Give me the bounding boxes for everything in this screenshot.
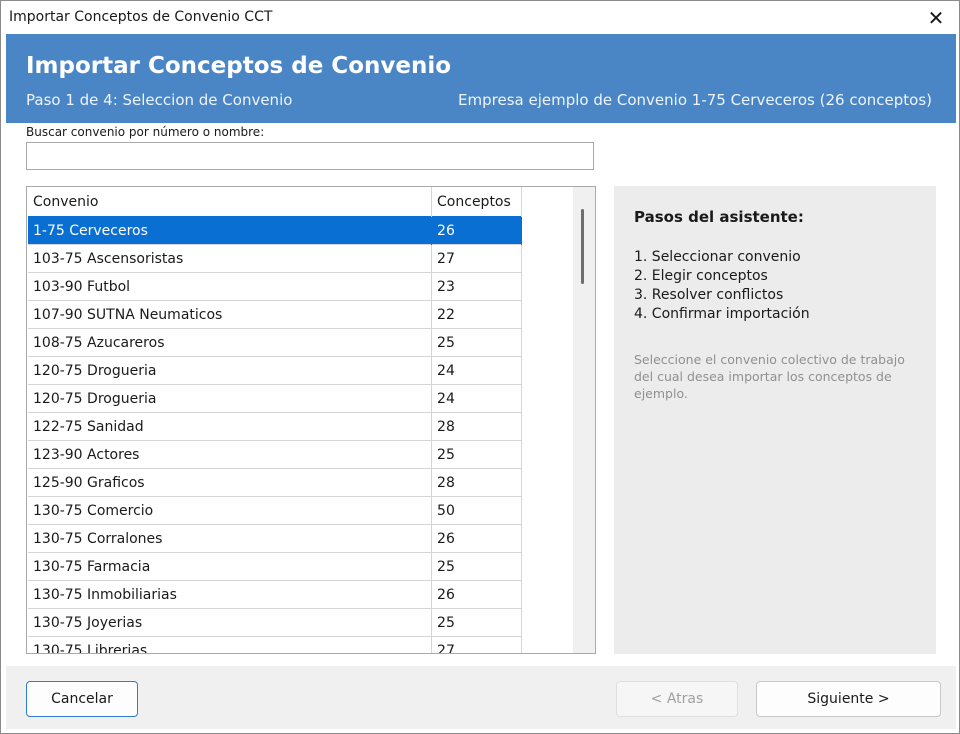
convenio-list[interactable]: Convenio Conceptos 1-75 Cerveceros 26 103-… (26, 186, 596, 654)
cell-conceptos: 27 (431, 636, 522, 653)
convenio-table: Convenio Conceptos 1-75 Cerveceros 26 103-… (28, 187, 522, 653)
cancel-button[interactable]: Cancelar (26, 681, 138, 717)
cell-conceptos: 24 (431, 356, 522, 385)
cell-conceptos: 25 (431, 608, 522, 637)
dialog-footer: Cancelar < Atras Siguiente > (6, 666, 956, 729)
wizard-step-label: Paso 1 de 4: Seleccion de Convenio (26, 91, 293, 109)
cell-conceptos: 25 (431, 552, 522, 581)
cell-conceptos: 22 (431, 300, 522, 329)
cell-convenio: 120-75 Drogueria (28, 356, 433, 385)
cell-conceptos: 24 (431, 384, 522, 413)
cell-convenio: 103-75 Ascensoristas (28, 244, 433, 273)
column-header-conceptos[interactable]: Conceptos (431, 187, 522, 217)
cell-conceptos: 25 (431, 328, 522, 357)
table-row[interactable]: 122-75 Sanidad 28 (28, 412, 522, 441)
table-body: 1-75 Cerveceros 26 103-75 Ascensoristas 27 1… (28, 216, 522, 653)
dialog-client-area: Importar Conceptos de Convenio Paso 1 de… (6, 34, 956, 729)
table-row[interactable]: 130-75 Librerias 27 (28, 636, 522, 653)
steps-title: Pasos del asistente: (634, 208, 804, 226)
step-item: 1. Seleccionar convenio (634, 249, 801, 265)
step-item: 4. Confirmar importación (634, 306, 810, 322)
import-dialog-window: Importar Conceptos de Convenio CCT ✕ Imp… (0, 0, 960, 734)
step-hint: Seleccione el convenio colectivo de trab… (634, 352, 905, 401)
table-row[interactable]: 130-75 Joyerias 25 (28, 608, 522, 637)
table-row[interactable]: 130-75 Corralones 26 (28, 524, 522, 553)
table-row[interactable]: 130-75 Inmobiliarias 26 (28, 580, 522, 609)
table-header-row: Convenio Conceptos (28, 187, 522, 217)
table-row[interactable]: 123-90 Actores 25 (28, 440, 522, 469)
cell-convenio: 130-75 Corralones (28, 524, 433, 553)
cell-conceptos: 23 (431, 272, 522, 301)
table-row[interactable]: 103-90 Futbol 23 (28, 272, 522, 301)
cell-conceptos: 26 (431, 580, 522, 609)
cell-convenio: 120-75 Drogueria (28, 384, 433, 413)
cell-convenio: 103-90 Futbol (28, 272, 433, 301)
step-item: 2. Elegir conceptos (634, 268, 768, 284)
table-row[interactable]: 130-75 Farmacia 25 (28, 552, 522, 581)
wizard-header: Importar Conceptos de Convenio Paso 1 de… (6, 34, 956, 123)
cell-convenio: 130-75 Joyerias (28, 608, 433, 637)
scrollbar-thumb[interactable] (581, 209, 584, 284)
window-title: Importar Conceptos de Convenio CCT (9, 9, 273, 25)
cell-convenio: 130-75 Farmacia (28, 552, 433, 581)
cell-conceptos: 50 (431, 496, 522, 525)
table-row[interactable]: 120-75 Drogueria 24 (28, 384, 522, 413)
cell-convenio: 107-90 SUTNA Neumaticos (28, 300, 433, 329)
title-bar[interactable]: Importar Conceptos de Convenio CCT ✕ (1, 1, 959, 34)
cell-conceptos: 27 (431, 244, 522, 273)
cell-convenio: 130-75 Librerias (28, 636, 433, 653)
cell-conceptos: 26 (431, 216, 522, 245)
cell-convenio: 130-75 Comercio (28, 496, 433, 525)
table-row[interactable]: 120-75 Drogueria 24 (28, 356, 522, 385)
steps-list: 1. Seleccionar convenio 2. Elegir concep… (634, 248, 810, 324)
cell-convenio: 125-90 Graficos (28, 468, 433, 497)
cell-conceptos: 26 (431, 524, 522, 553)
search-label: Buscar convenio por número o nombre: (26, 125, 265, 139)
close-icon[interactable]: ✕ (913, 1, 959, 34)
search-input[interactable] (26, 142, 594, 170)
cell-conceptos: 25 (431, 440, 522, 469)
column-header-convenio[interactable]: Convenio (28, 187, 433, 217)
wizard-steps-panel: Pasos del asistente: 1. Seleccionar conv… (614, 186, 936, 654)
table-row[interactable]: 130-75 Comercio 50 (28, 496, 522, 525)
cell-convenio: 122-75 Sanidad (28, 412, 433, 441)
cell-convenio: 1-75 Cerveceros (28, 216, 433, 245)
selected-company-label: Empresa ejemplo de Convenio 1-75 Cervece… (458, 91, 932, 109)
table-row[interactable]: 125-90 Graficos 28 (28, 468, 522, 497)
table-row[interactable]: 1-75 Cerveceros 26 (28, 216, 522, 245)
cell-conceptos: 28 (431, 412, 522, 441)
cell-convenio: 108-75 Azucareros (28, 328, 433, 357)
wizard-title: Importar Conceptos de Convenio (26, 53, 452, 79)
table-row[interactable]: 108-75 Azucareros 25 (28, 328, 522, 357)
table-row[interactable]: 107-90 SUTNA Neumaticos 22 (28, 300, 522, 329)
table-row[interactable]: 103-75 Ascensoristas 27 (28, 244, 522, 273)
cell-conceptos: 28 (431, 468, 522, 497)
vertical-scrollbar[interactable] (573, 187, 595, 653)
cell-convenio: 130-75 Inmobiliarias (28, 580, 433, 609)
step-item: 3. Resolver conflictos (634, 287, 784, 303)
next-button[interactable]: Siguiente > (756, 681, 941, 717)
cell-convenio: 123-90 Actores (28, 440, 433, 469)
back-button[interactable]: < Atras (616, 681, 738, 717)
